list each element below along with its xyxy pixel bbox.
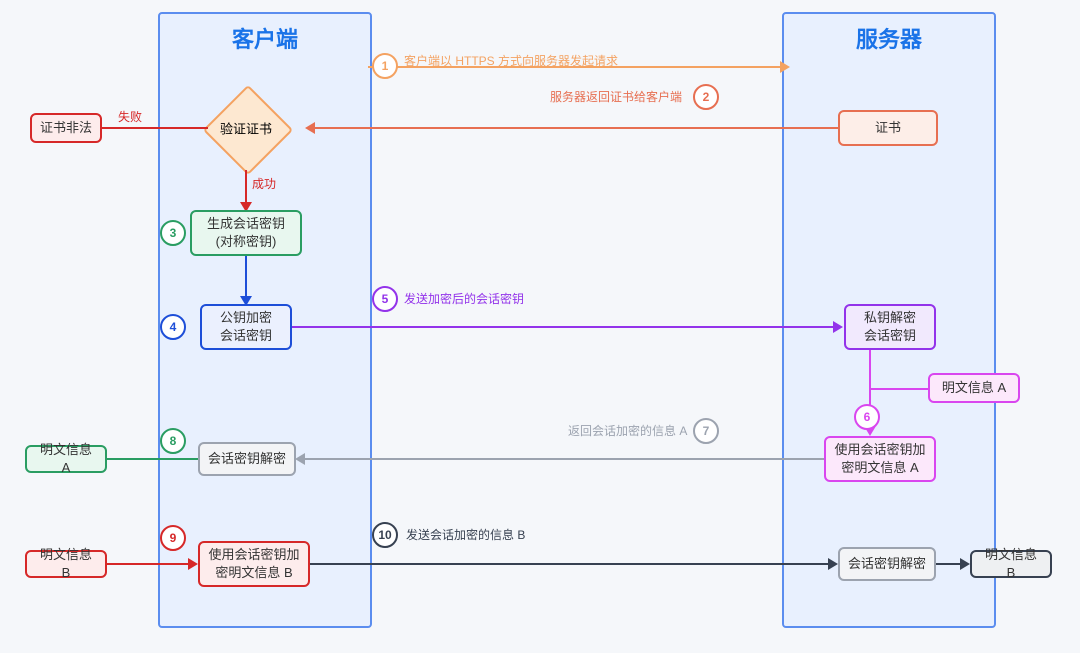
label-7: 返回会话加密的信息 A	[568, 422, 687, 439]
step-6: 6	[854, 404, 880, 430]
plain-a-left-box: 明文信息 A	[25, 445, 107, 473]
arrow-to-plain-b-right	[936, 563, 962, 565]
arrow-8	[107, 458, 198, 460]
pubkey-enc-l2: 会话密钥	[220, 327, 272, 345]
step-9: 9	[160, 525, 186, 551]
plain-a-right-box: 明文信息 A	[928, 373, 1020, 403]
label-5: 发送加密后的会话密钥	[404, 290, 524, 307]
step-4: 4	[160, 314, 186, 340]
plain-b-right-box: 明文信息 B	[970, 550, 1052, 578]
gen-session-l2: (对称密钥)	[216, 233, 277, 251]
plain-b-left-box: 明文信息 B	[25, 550, 107, 578]
gen-session-l1: 生成会话密钥	[207, 215, 285, 233]
cert-invalid-box: 证书非法	[30, 113, 102, 143]
privkey-dec-l1: 私钥解密	[864, 309, 916, 327]
arrow-10-head	[828, 558, 838, 570]
cert-box: 证书	[838, 110, 938, 146]
arrow-to-4	[245, 256, 247, 298]
gen-session-box: 生成会话密钥 (对称密钥)	[190, 210, 302, 256]
enc-plain-b-l1: 使用会话密钥加	[208, 546, 299, 564]
label-2: 服务器返回证书给客户端	[550, 88, 682, 105]
step-5: 5	[372, 286, 398, 312]
label-success: 成功	[252, 175, 276, 192]
enc-plain-a-l1: 使用会话密钥加	[834, 441, 925, 459]
enc-plain-a-box: 使用会话密钥加 密明文信息 A	[824, 436, 936, 482]
pubkey-enc-l1: 公钥加密	[220, 309, 272, 327]
diagram-canvas: 客户端 服务器 1 客户端以 HTTPS 方式向服务器发起请求 证书 2 服务器…	[0, 0, 1080, 653]
session-decrypt-right-box: 会话密钥解密	[838, 547, 936, 581]
arrow-7	[305, 458, 824, 460]
enc-plain-b-box: 使用会话密钥加 密明文信息 B	[198, 541, 310, 587]
client-title: 客户端	[160, 22, 370, 54]
arrow-fail	[102, 127, 208, 129]
arrow-success	[245, 170, 247, 204]
verify-label: 验证证书	[220, 119, 272, 138]
label-fail: 失败	[118, 108, 142, 125]
arrow-plain-b-in-head	[188, 558, 198, 570]
arrow-7-head	[295, 453, 305, 465]
session-decrypt-box: 会话密钥解密	[198, 442, 296, 476]
server-title: 服务器	[784, 22, 994, 54]
arrow-2	[315, 127, 838, 129]
privkey-dec-l2: 会话密钥	[864, 327, 916, 345]
enc-plain-b-l2: 密明文信息 B	[215, 564, 292, 582]
arrow-5-head	[833, 321, 843, 333]
label-1: 客户端以 HTTPS 方式向服务器发起请求	[404, 52, 618, 69]
privkey-dec-box: 私钥解密 会话密钥	[844, 304, 936, 350]
arrow-5	[292, 326, 835, 328]
step-1: 1	[372, 53, 398, 79]
arrow-plain-b-in	[107, 563, 190, 565]
step-8: 8	[160, 428, 186, 454]
step-2: 2	[693, 84, 719, 110]
line-plain-a-right	[869, 388, 928, 390]
arrow-to-plain-b-right-head	[960, 558, 970, 570]
verify-diamond: 验证证书	[216, 98, 276, 158]
step-3: 3	[160, 220, 186, 246]
pubkey-enc-box: 公钥加密 会话密钥	[200, 304, 292, 350]
step-7: 7	[693, 418, 719, 444]
arrow-2-head	[305, 122, 315, 134]
arrow-10	[310, 563, 830, 565]
enc-plain-a-l2: 密明文信息 A	[841, 459, 918, 477]
arrow-1-head	[780, 61, 790, 73]
step-10: 10	[372, 522, 398, 548]
label-10: 发送会话加密的信息 B	[406, 526, 525, 543]
